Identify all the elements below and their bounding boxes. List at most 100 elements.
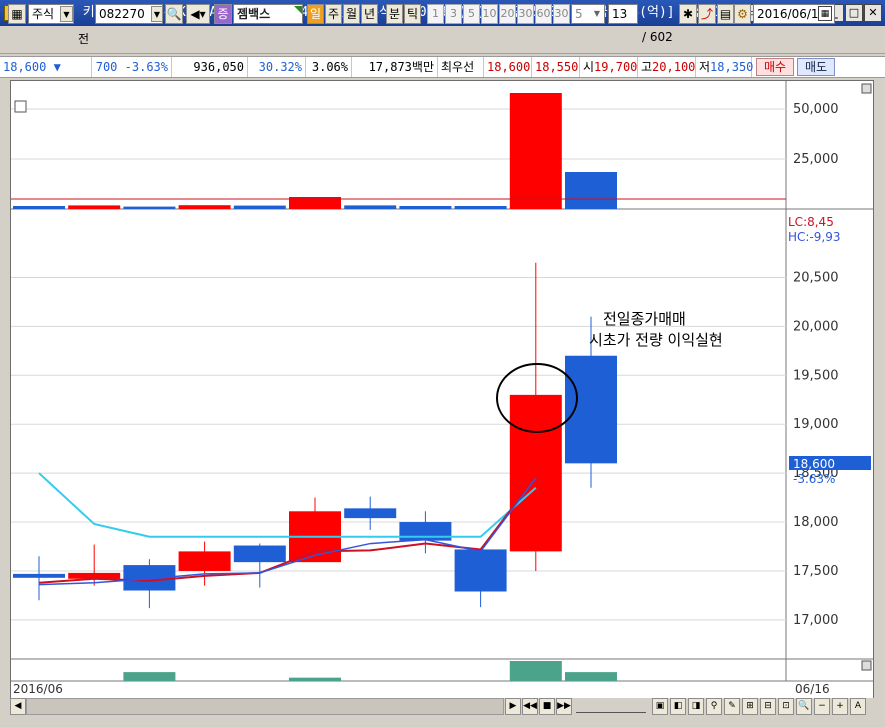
high-label: 고: [641, 60, 653, 74]
candle-body: [233, 545, 286, 563]
axis-labels: 25,00050,00017,00017,50018,00018,50019,0…: [793, 102, 839, 628]
indicator-bar: [565, 672, 617, 681]
legend-lc: LC:8,45: [788, 215, 834, 229]
minute-option-5[interactable]: 5: [463, 4, 480, 24]
tab-month[interactable]: 월: [343, 4, 360, 24]
line-tool-icon[interactable]: ⤴: [698, 4, 716, 24]
indicator-bar: [289, 677, 341, 681]
minute-option-10[interactable]: 10: [481, 4, 498, 24]
annotation-line-1: 전일종가매매: [603, 310, 686, 328]
chart-settings-icon[interactable]: ▦: [8, 4, 26, 24]
name-corner-icon: [294, 6, 302, 14]
tool-a-icon[interactable]: ▣: [652, 698, 668, 715]
tool-f-icon[interactable]: ⊞: [742, 698, 758, 715]
save-icon[interactable]: ▤: [717, 4, 734, 24]
stop-icon[interactable]: ■: [539, 698, 555, 715]
tool-g-icon[interactable]: ⊟: [760, 698, 776, 715]
scroll-right-icon[interactable]: ▶: [505, 698, 521, 715]
current-change-axis-label: -3.63%: [793, 472, 835, 486]
buy-button[interactable]: 매수: [756, 58, 794, 76]
open-label: 시: [583, 60, 595, 74]
vol-tick-label: 25,000: [793, 152, 839, 167]
price-change-pct: -3.63%: [124, 60, 168, 74]
grid-lines: [11, 108, 786, 621]
candles: [13, 262, 617, 609]
tool-h-icon[interactable]: ⊡: [778, 698, 794, 715]
jeung-badge: 증: [214, 4, 232, 24]
search-icon[interactable]: 🔍: [165, 4, 183, 24]
maximize-icon[interactable]: □: [845, 4, 863, 22]
price-tick-label: 17,500: [793, 564, 839, 579]
chart-tool-icon[interactable]: ✱: [679, 4, 697, 24]
top-volume-bars: [11, 93, 786, 209]
zoom-in-icon[interactable]: +: [832, 698, 848, 715]
legend-hc: HC:-9,93: [788, 230, 841, 244]
scroll-left-icon[interactable]: ◀: [10, 698, 26, 715]
count-dropdown-icon[interactable]: ▼: [591, 6, 603, 22]
price-tick-label: 19,500: [793, 368, 839, 383]
fast-forward-icon[interactable]: ▶▶: [556, 698, 572, 715]
speed-slider[interactable]: [576, 700, 646, 713]
code-dropdown-icon[interactable]: ▼: [151, 6, 163, 22]
indicator-bar: [509, 661, 562, 681]
volume: 936,050: [172, 57, 248, 77]
ma-light-line: [38, 472, 537, 538]
volume-bar: [454, 206, 507, 209]
indicator-bar: [123, 672, 176, 681]
rewind-icon[interactable]: ◀◀: [522, 698, 538, 715]
chart-toolbar: [0, 26, 885, 54]
annotation-line-2: 시초가 전량 이익실현: [589, 331, 723, 349]
best-label: 최우선: [438, 57, 484, 77]
volume-bar: [13, 206, 65, 209]
minute-option-30b[interactable]: 30: [553, 4, 570, 24]
tab-day[interactable]: 일: [307, 4, 324, 24]
volume-bar: [68, 205, 121, 209]
minute-option-3[interactable]: 3: [445, 4, 462, 24]
chart-frame: 25,000 50,000 17,000 17,500 18,000 18,500 19,0…: [10, 80, 874, 700]
minute-option-1[interactable]: 1: [427, 4, 444, 24]
type-dropdown-icon[interactable]: ▼: [60, 6, 73, 22]
tab-week[interactable]: 주: [325, 4, 342, 24]
candle-body: [13, 573, 65, 578]
low-label: 저: [699, 60, 711, 74]
volume-bar: [123, 206, 176, 209]
page-total: / 602: [642, 30, 673, 44]
tool-c-icon[interactable]: ◨: [688, 698, 704, 715]
zoom-out-icon[interactable]: −: [814, 698, 830, 715]
tool-d-icon[interactable]: ⚲: [706, 698, 722, 715]
scroll-track[interactable]: [26, 698, 504, 715]
minute-option-20[interactable]: 20: [499, 4, 516, 24]
current-price-axis-label: 18,600: [793, 457, 835, 471]
down-arrow-icon: ▼: [53, 60, 61, 74]
tab-minute[interactable]: 분: [386, 4, 403, 24]
candle-body: [344, 508, 397, 519]
tab-year[interactable]: 년: [361, 4, 378, 24]
sound-icon[interactable]: ◀▾: [186, 4, 210, 24]
trade-amount: 17,873백만: [352, 57, 438, 77]
pane-3-menu-icon[interactable]: [861, 660, 872, 671]
close-icon[interactable]: ✕: [864, 4, 882, 22]
tool-e-icon[interactable]: ✎: [724, 698, 740, 715]
best-bid: 18,550: [532, 57, 580, 77]
high-price: 20,100: [652, 60, 696, 74]
best-ask: 18,600: [484, 57, 532, 77]
chart-scrollbar[interactable]: ◀ ▶ ◀◀ ■ ▶▶ ▣ ◧ ◨ ⚲ ✎ ⊞ ⊟ ⊡ 🔍 − + A: [0, 698, 885, 717]
calendar-icon[interactable]: ▦: [818, 6, 832, 21]
price-tick-label: 20,000: [793, 319, 839, 334]
tool-b-icon[interactable]: ◧: [670, 698, 686, 715]
bottom-indicator-bars: [123, 661, 617, 681]
candle-body: [509, 394, 562, 552]
price-tick-label: 17,000: [793, 613, 839, 628]
pane-grid-icon[interactable]: [14, 100, 27, 113]
minute-option-30[interactable]: 30: [517, 4, 534, 24]
auto-scale-icon[interactable]: A: [850, 698, 866, 715]
tab-tick[interactable]: 틱: [404, 4, 421, 24]
pane-1-menu-icon[interactable]: [861, 83, 872, 94]
price-tick-label: 18,000: [793, 515, 839, 530]
sell-button[interactable]: 매도: [797, 58, 835, 76]
gear-icon[interactable]: ⚙: [734, 4, 751, 24]
page-input[interactable]: 13: [608, 4, 638, 24]
minute-option-60[interactable]: 60: [535, 4, 552, 24]
quote-bar: 18,600 ▼ 700 -3.63% 936,050 30.32% 3.06%…: [0, 56, 885, 78]
zoom-icon[interactable]: 🔍: [796, 698, 812, 715]
